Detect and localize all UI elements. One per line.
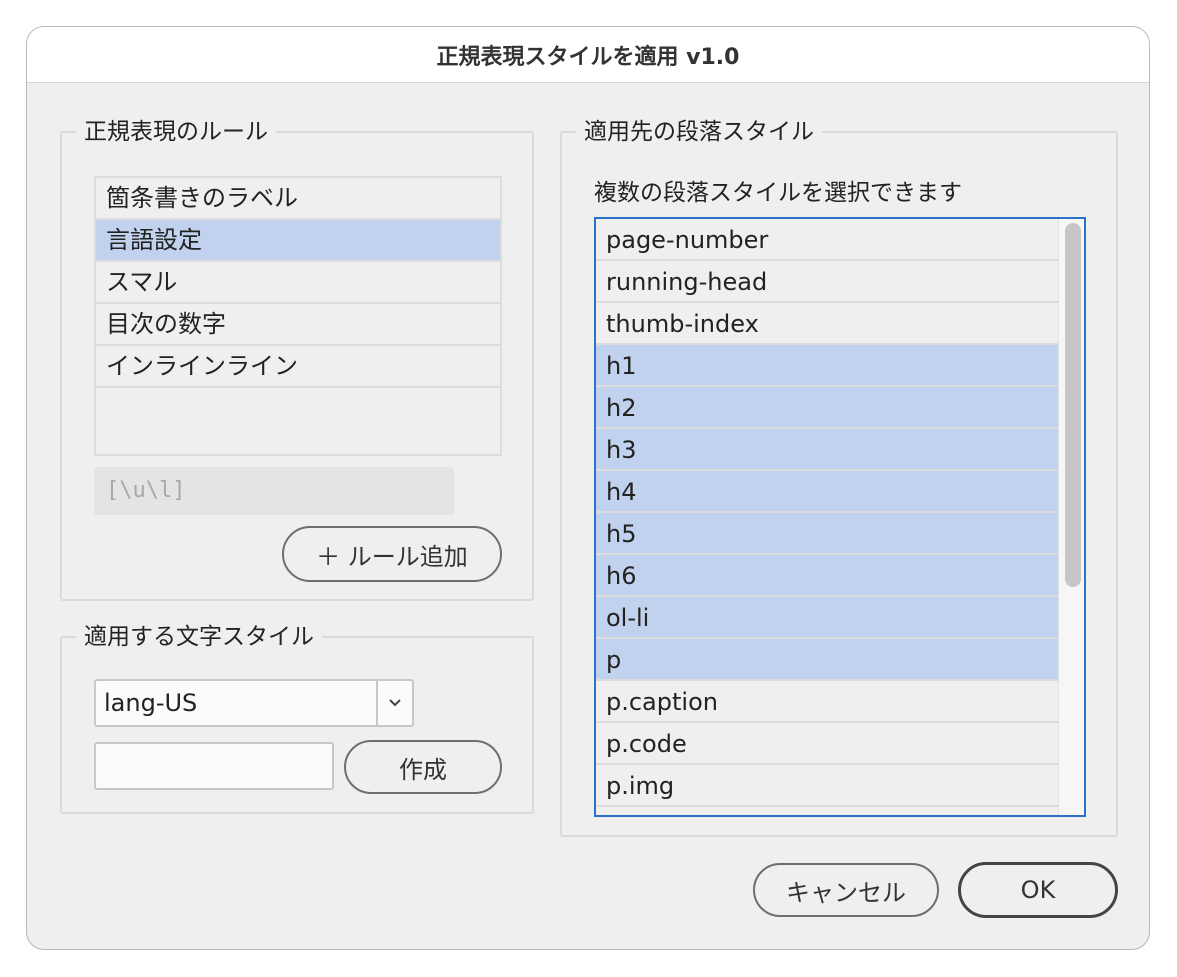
- char-style-select[interactable]: lang-US: [94, 679, 414, 727]
- paragraph-style-item[interactable]: h3: [596, 429, 1060, 471]
- rule-item[interactable]: 箇条書きのラベル: [96, 178, 500, 220]
- ok-label: OK: [1020, 876, 1056, 904]
- char-style-value: lang-US: [104, 689, 198, 717]
- new-style-name-input[interactable]: [94, 742, 334, 790]
- paragraph-style-item[interactable]: running-head: [596, 261, 1060, 303]
- char-style-group: 適用する文字スタイル lang-US 作成: [60, 622, 534, 814]
- para-styles-title: 適用先の段落スタイル: [576, 117, 822, 147]
- paragraph-style-items: page-number running-head thumb-index h1 h2 h3…: [596, 219, 1060, 807]
- para-styles-group: 適用先の段落スタイル 複数の段落スタイルを選択できます page-number r…: [560, 117, 1118, 837]
- regex-pattern-field[interactable]: [\u\l]: [94, 467, 454, 515]
- paragraph-style-item[interactable]: p.caption: [596, 681, 1060, 723]
- ok-button[interactable]: OK: [958, 862, 1118, 918]
- rule-list[interactable]: 箇条書きのラベル 言語設定 スマル 目次の数字 インラインライン: [94, 176, 502, 456]
- regex-rules-group: 正規表現のルール 箇条書きのラベル 言語設定 スマル 目次の数字 インラインライ…: [60, 117, 534, 601]
- paragraph-style-item[interactable]: h5: [596, 513, 1060, 555]
- paragraph-style-item[interactable]: h2: [596, 387, 1060, 429]
- paragraph-style-item[interactable]: p: [596, 639, 1060, 681]
- paragraph-style-item[interactable]: ol-li: [596, 597, 1060, 639]
- rule-item[interactable]: スマル: [96, 262, 500, 304]
- apply-regex-style-dialog: 正規表現スタイルを適用 v1.0 正規表現のルール 箇条書きのラベル 言語設定 …: [26, 26, 1150, 950]
- cancel-button[interactable]: キャンセル: [753, 863, 939, 917]
- paragraph-style-list[interactable]: page-number running-head thumb-index h1 h2 h3…: [594, 217, 1086, 817]
- paragraph-style-item[interactable]: p.img: [596, 765, 1060, 807]
- dialog-title: 正規表現スタイルを適用 v1.0: [27, 27, 1149, 83]
- scroll-thumb[interactable]: [1065, 223, 1081, 587]
- chevron-down-icon[interactable]: [376, 681, 412, 725]
- rule-item[interactable]: インラインライン: [96, 346, 500, 388]
- create-label: 作成: [399, 755, 447, 784]
- paragraph-style-item[interactable]: h6: [596, 555, 1060, 597]
- add-rule-label: ＋ ルール追加: [316, 542, 468, 571]
- paragraph-style-item[interactable]: h4: [596, 471, 1060, 513]
- list-scrollbar[interactable]: [1058, 219, 1084, 815]
- regex-rules-title: 正規表現のルール: [76, 117, 276, 147]
- paragraph-style-item[interactable]: thumb-index: [596, 303, 1060, 345]
- create-button[interactable]: 作成: [344, 740, 502, 794]
- paragraph-style-item[interactable]: h1: [596, 345, 1060, 387]
- multi-select-hint: 複数の段落スタイルを選択できます: [594, 180, 962, 206]
- rule-item[interactable]: 目次の数字: [96, 304, 500, 346]
- cancel-label: キャンセル: [786, 878, 906, 907]
- paragraph-style-item[interactable]: page-number: [596, 219, 1060, 261]
- add-rule-button[interactable]: ＋ ルール追加: [282, 526, 502, 582]
- paragraph-style-item[interactable]: p.code: [596, 723, 1060, 765]
- rule-item[interactable]: 言語設定: [96, 220, 500, 262]
- char-style-title: 適用する文字スタイル: [76, 622, 322, 652]
